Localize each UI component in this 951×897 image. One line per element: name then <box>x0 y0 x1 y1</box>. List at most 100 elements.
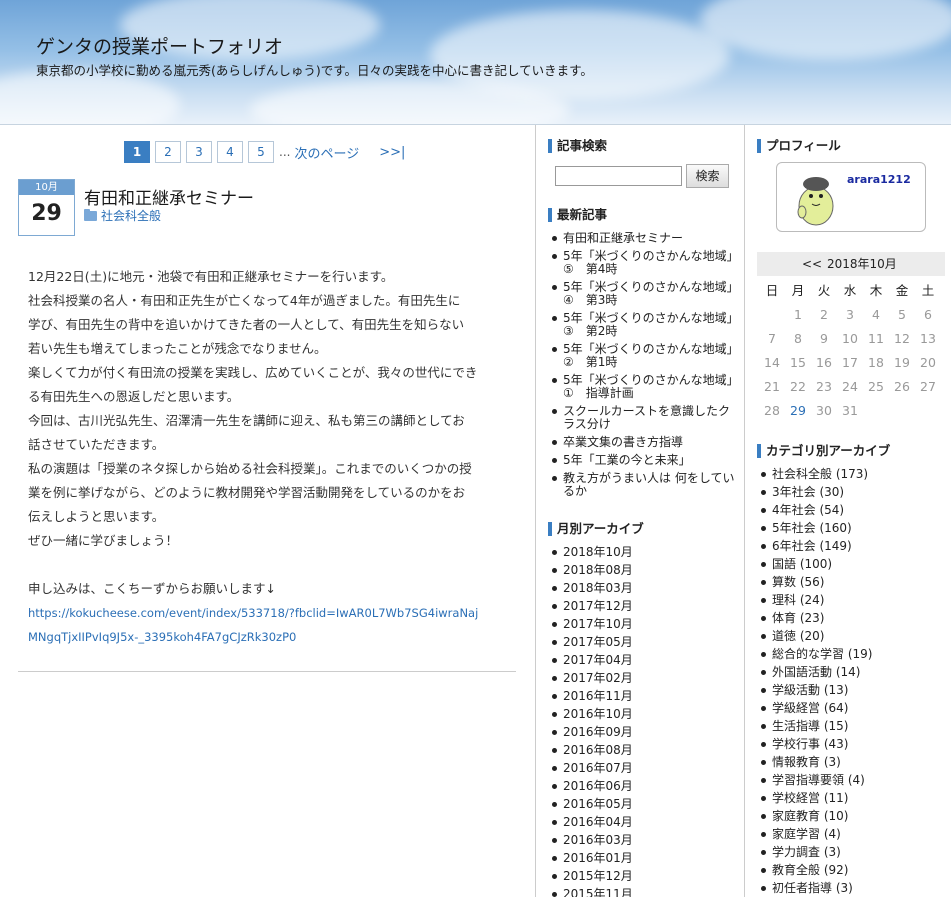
category-archive-item[interactable]: 5年社会 (160) <box>760 519 950 537</box>
category-archive-item[interactable]: 学校行事 (43) <box>760 735 950 753</box>
monthly-archive-item[interactable]: 2016年05月 <box>551 795 741 813</box>
monthly-archive-item[interactable]: 2017年10月 <box>551 615 741 633</box>
category-archive-item[interactable]: 4年社会 (54) <box>760 501 950 519</box>
category-archive-item[interactable]: 理科 (24) <box>760 591 950 609</box>
profile-name[interactable]: arara1212 <box>847 173 911 186</box>
category-archive-item[interactable]: 総合的な学習 (19) <box>760 645 950 663</box>
monthly-archive-item[interactable]: 2016年10月 <box>551 705 741 723</box>
post-text-line: 学び、有田先生の背中を追いかけてきた者の一人として、有田先生を知らない <box>28 317 465 332</box>
post-title[interactable]: 有田和正継承セミナー <box>84 184 254 209</box>
monthly-archive-item[interactable]: 2016年11月 <box>551 687 741 705</box>
category-archive-item[interactable]: 初任者指導 (3) <box>760 879 950 897</box>
calendar-weekday: 月 <box>791 283 805 298</box>
category-archive-item[interactable]: 外国語活動 (14) <box>760 663 950 681</box>
monthly-archive-item[interactable]: 2015年11月 <box>551 885 741 897</box>
category-archive-item[interactable]: 教育全般 (92) <box>760 861 950 879</box>
latest-post-item[interactable]: 卒業文集の書き方指導 <box>551 436 741 449</box>
category-archive-item[interactable]: 3年社会 (30) <box>760 483 950 501</box>
category-archive-item[interactable]: 算数 (56) <box>760 573 950 591</box>
next-page-link[interactable]: 次のページ <box>294 143 359 162</box>
monthly-archive-item[interactable]: 2017年02月 <box>551 669 741 687</box>
category-archive-item[interactable]: 6年社会 (149) <box>760 537 950 555</box>
calendar-weekday: 土 <box>921 283 935 298</box>
latest-post-item[interactable]: 5年「工業の今と未来」 <box>551 454 741 467</box>
monthly-archive-item[interactable]: 2018年03月 <box>551 579 741 597</box>
page-1-link[interactable]: 1 <box>124 141 150 163</box>
post-external-link[interactable]: https://kokucheese.com/event/index/53371… <box>28 601 508 625</box>
latest-post-item[interactable]: 5年「米づくりのさかんな地域」 ③ 第2時 <box>551 312 741 338</box>
category-archive-item[interactable]: 社会科全般 (173) <box>760 465 950 483</box>
latest-post-item[interactable]: 有田和正継承セミナー <box>551 232 741 245</box>
folder-icon <box>84 209 97 221</box>
latest-post-item[interactable]: 5年「米づくりのさかんな地域」 ② 第1時 <box>551 343 741 369</box>
last-page-link[interactable]: >>| <box>379 145 405 160</box>
monthly-archive-item[interactable]: 2016年09月 <box>551 723 741 741</box>
search-heading: 記事検索 <box>548 139 607 153</box>
calendar-day[interactable]: 29 <box>785 399 811 423</box>
calendar-prev-link[interactable]: << <box>802 252 822 276</box>
latest-post-item[interactable]: スクールカーストを意識したク ラス分け <box>551 405 741 431</box>
profile-heading: プロフィール <box>757 139 841 153</box>
latest-post-item[interactable]: 5年「米づくりのさかんな地域」 ④ 第3時 <box>551 281 741 307</box>
category-archive-item[interactable]: 学級活動 (13) <box>760 681 950 699</box>
calendar-day: 2 <box>820 307 828 322</box>
category-archive-item[interactable]: 学力調査 (3) <box>760 843 950 861</box>
category-archive-item[interactable]: 道徳 (20) <box>760 627 950 645</box>
post-external-link[interactable]: MNgqTjxIIPvIq9J5x-_3395koh4FA7gCJzRk30zP… <box>28 625 508 649</box>
monthly-archive-item[interactable]: 2017年04月 <box>551 651 741 669</box>
monthly-archive-item[interactable]: 2017年05月 <box>551 633 741 651</box>
post-text-line: 今回は、古川光弘先生、沼澤清一先生を講師に迎え、私も第三の講師としてお <box>28 413 465 428</box>
latest-post-item[interactable]: 5年「米づくりのさかんな地域」 ⑤ 第4時 <box>551 250 741 276</box>
calendar-title: 2018年10月 <box>827 257 897 271</box>
latest-post-item[interactable]: 教え方がうまい人は 何をしてい るか <box>551 472 741 498</box>
page-5-link[interactable]: 5 <box>248 141 274 163</box>
latest-post-text: ⑤ 第4時 <box>563 262 618 276</box>
category-archive-item[interactable]: 生活指導 (15) <box>760 717 950 735</box>
page-3-link[interactable]: 3 <box>186 141 212 163</box>
calendar-day: 20 <box>920 355 936 370</box>
category-archive-item[interactable]: 家庭学習 (4) <box>760 825 950 843</box>
calendar-day: 16 <box>816 355 832 370</box>
category-archive-item[interactable]: 国語 (100) <box>760 555 950 573</box>
calendar-day: 23 <box>816 379 832 394</box>
monthly-archive-item[interactable]: 2018年10月 <box>551 543 741 561</box>
category-archive-item[interactable]: 学級経営 (64) <box>760 699 950 717</box>
profile-card[interactable]: arara1212 <box>776 162 926 232</box>
search-button[interactable]: 検索 <box>686 164 729 188</box>
main-content: 1 2 3 4 5 ... 次のページ >>| 10月 29 有田和正継承セミナ… <box>0 125 535 897</box>
monthly-archive-item[interactable]: 2016年04月 <box>551 813 741 831</box>
monthly-archive-item[interactable]: 2015年12月 <box>551 867 741 885</box>
page-2-link[interactable]: 2 <box>155 141 181 163</box>
page-4-link[interactable]: 4 <box>217 141 243 163</box>
latest-post-text: ④ 第3時 <box>563 293 618 307</box>
latest-post-item[interactable]: 5年「米づくりのさかんな地域」 ① 指導計画 <box>551 374 741 400</box>
post-category-link[interactable]: 社会科全般 <box>101 209 161 223</box>
category-archive-item[interactable]: 家庭教育 (10) <box>760 807 950 825</box>
latest-post-text: ① 指導計画 <box>563 386 634 400</box>
post-body: 12月22日(土)に地元・池袋で有田和正継承セミナーを行います。 社会科授業の名… <box>28 265 508 649</box>
category-archive-heading: カテゴリ別アーカイブ <box>757 444 890 458</box>
category-archive-item[interactable]: 学校経営 (11) <box>760 789 950 807</box>
monthly-archive-item[interactable]: 2016年06月 <box>551 777 741 795</box>
site-title[interactable]: ゲンタの授業ポートフォリオ <box>36 32 283 59</box>
monthly-archive-item[interactable]: 2016年08月 <box>551 741 741 759</box>
latest-posts-list: 有田和正継承セミナー 5年「米づくりのさかんな地域」 ⑤ 第4時 5年「米づくりのさか… <box>551 232 741 503</box>
category-archive-item[interactable]: 体育 (23) <box>760 609 950 627</box>
latest-post-text: 教え方がうまい人は 何をしてい <box>563 471 735 485</box>
avatar <box>797 177 834 226</box>
monthly-archive-item[interactable]: 2016年01月 <box>551 849 741 867</box>
category-archive-item[interactable]: 情報教育 (3) <box>760 753 950 771</box>
pagination: 1 2 3 4 5 ... 次のページ >>| <box>124 141 405 163</box>
post-text-line: 楽しくて力が付く有田流の授業を実践し、広めていくことが、我々の世代にでき <box>28 365 478 380</box>
monthly-archive-item[interactable]: 2016年03月 <box>551 831 741 849</box>
category-archive-list: 社会科全般 (173) 3年社会 (30) 4年社会 (54) 5年社会 (160) 6… <box>760 465 950 897</box>
monthly-archive-item[interactable]: 2016年07月 <box>551 759 741 777</box>
monthly-archive-item[interactable]: 2018年08月 <box>551 561 741 579</box>
site-description: 東京都の小学校に勤める嵐元秀(あらしげんしゅう)です。日々の実践を中心に書き記し… <box>36 63 593 78</box>
search-input[interactable] <box>555 166 682 186</box>
category-archive-item[interactable]: 学習指導要領 (4) <box>760 771 950 789</box>
monthly-archive-item[interactable]: 2017年12月 <box>551 597 741 615</box>
calendar-day: 11 <box>868 331 884 346</box>
calendar-day: 22 <box>790 379 806 394</box>
calendar-day: 13 <box>920 331 936 346</box>
